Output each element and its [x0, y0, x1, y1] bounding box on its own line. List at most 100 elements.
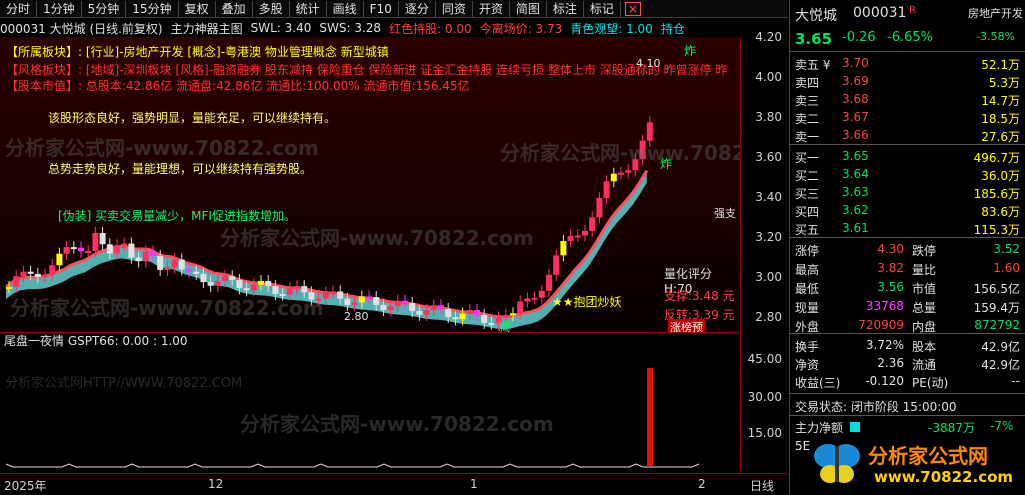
candle — [142, 251, 149, 262]
stat-label: 换手 — [795, 340, 820, 354]
period-fenshi[interactable]: 分时 — [0, 0, 38, 17]
tool-jiantu[interactable]: 简图 — [510, 0, 547, 17]
candle — [610, 173, 617, 182]
candle — [20, 271, 27, 277]
bid-label: 买四 — [795, 205, 820, 219]
candle — [546, 274, 552, 291]
candle — [380, 304, 387, 310]
stat-value: 2.36 — [877, 356, 904, 370]
candle — [99, 233, 106, 245]
sub-indicator-title[interactable]: 尾盘一夜情 GSPT66: 0.00 : 1.00 — [0, 332, 740, 348]
quote-row: 收益(三) -0.120 PE(动) -- — [790, 373, 1025, 390]
price-axis: 4.20 4.00 3.80 3.60 3.40 3.20 3.00 2.80 — [740, 30, 788, 332]
candle — [157, 255, 164, 270]
stat-label: 市值 — [912, 282, 937, 296]
swl-value: SWL: 3.40 — [250, 21, 312, 35]
candle — [330, 291, 336, 294]
ask-price: 3.69 — [842, 74, 869, 88]
quote-row: 卖四 3.69 5.3万 — [790, 73, 1025, 90]
stat-value: 3.82 — [877, 261, 904, 275]
candle — [34, 273, 41, 278]
bid-label: 买一 — [795, 151, 820, 165]
sub-baseline — [5, 463, 700, 468]
candle — [150, 251, 156, 256]
indicator-label[interactable]: 主力神器主图 — [171, 20, 243, 37]
stock-label[interactable]: 000031 大悦城 (日线.前复权) — [0, 20, 163, 37]
tool-biaozhu[interactable]: 标注 — [547, 0, 584, 17]
tool-biaoji[interactable]: 标记 — [584, 0, 621, 17]
bid-volume: 115.3万 — [973, 223, 1020, 237]
stat-value: 1.60 — [993, 261, 1020, 275]
tool-f10[interactable]: F10 — [364, 0, 399, 17]
watermark-2: 分析家公式网-www.70822.com — [220, 226, 534, 250]
candle — [322, 292, 329, 299]
tool-fuquan[interactable]: 复权 — [179, 0, 216, 17]
ask-volume: 27.6万 — [981, 130, 1020, 144]
period-1min[interactable]: 1分钟 — [37, 0, 82, 17]
stat-label: 外盘 — [795, 320, 820, 334]
quote-panel: 大悦城 000031 R 房地产开发 3.65 -0.26 -6.65% -3.… — [789, 0, 1025, 495]
tool-kaizi[interactable]: 开资 — [473, 0, 510, 17]
ask-price: 3.70 — [842, 56, 869, 70]
tool-tongzi[interactable]: 同资 — [436, 0, 473, 17]
period-tag[interactable]: 5E — [795, 439, 810, 453]
net-flow-label: 主力净额 — [795, 421, 844, 435]
stat-label: PE(动) — [912, 376, 949, 390]
strong-support-label: 强支 — [714, 207, 736, 220]
sub-indicator-chart[interactable]: 分析家公式网HTTP//WWW.70822.COM 分析家公式网-www.708… — [0, 348, 740, 473]
stat-value: 3.52 — [993, 242, 1020, 256]
candle — [452, 317, 459, 320]
tool-duogu[interactable]: 多股 — [253, 0, 290, 17]
period-5min[interactable]: 5分钟 — [82, 0, 127, 17]
candle — [63, 247, 70, 254]
stat-value: 33768 — [865, 299, 904, 313]
candle — [78, 247, 84, 252]
ytick: 3.40 — [755, 190, 782, 204]
candle — [207, 282, 214, 286]
ask-label: 卖五 ¥ — [795, 58, 831, 72]
quote-row: 卖一 3.66 27.6万 — [790, 127, 1025, 144]
period-15min[interactable]: 15分钟 — [126, 0, 179, 17]
period-label[interactable]: 日线 — [750, 477, 774, 494]
stat-label: 股本 — [912, 340, 937, 354]
tool-tongji[interactable]: 统计 — [290, 0, 327, 17]
candle — [56, 253, 63, 266]
watermark-3: 分析家公式网-www.70822.com — [500, 141, 740, 165]
tool-diejia[interactable]: 叠加 — [216, 0, 253, 17]
bid-label: 买二 — [795, 169, 820, 183]
sector-change: -3.58% — [976, 30, 1015, 43]
stock-flag: R — [909, 5, 916, 16]
stat-value: 872792 — [974, 318, 1020, 332]
low-marker: 2.80 — [344, 310, 369, 323]
main-kline-chart[interactable]: 【所属板块】: [行业]-房地产开发 [概念]-粤港澳 物业管理概念 新型城镇 … — [0, 37, 740, 332]
candle — [416, 311, 423, 315]
reduce-label: 减 — [498, 320, 511, 332]
candle — [200, 273, 207, 283]
stat-value: 42.9亿 — [981, 340, 1020, 354]
candle — [394, 300, 401, 307]
tool-huaxian[interactable]: 画线 — [327, 0, 364, 17]
stat-label: 量比 — [912, 263, 937, 277]
candle — [402, 300, 408, 303]
stat-value: 720909 — [858, 318, 904, 332]
quote-row: 买三 3.63 185.6万 — [790, 184, 1025, 201]
bid-volume: 185.6万 — [973, 187, 1020, 201]
sub-watermark-2: 分析家公式网-www.70822.com — [240, 412, 554, 436]
candle — [121, 243, 128, 246]
net-flow-pct: -7% — [990, 419, 1014, 433]
ytick: 3.20 — [755, 230, 782, 244]
quote-row: 换手 3.72% 股本 42.9亿 — [790, 337, 1025, 354]
candle — [466, 310, 473, 314]
quote-row: 最低 3.56 市值 156.5亿 — [790, 279, 1025, 296]
ask-label: 卖三 — [795, 94, 820, 108]
sector-name[interactable]: 房地产开发 — [968, 5, 1023, 21]
stat-value: 159.4万 — [973, 301, 1020, 315]
tool-zhufen[interactable]: 逐分 — [399, 0, 436, 17]
limit-up-prediction: 涨榜预 — [668, 319, 705, 332]
candle — [445, 308, 452, 318]
support-label: 支撑:3.48 元 — [664, 289, 735, 303]
candle — [6, 287, 12, 289]
candle — [265, 281, 272, 287]
close-button[interactable]: × — [624, 1, 641, 16]
quote-row: 买二 3.64 36.0万 — [790, 166, 1025, 183]
